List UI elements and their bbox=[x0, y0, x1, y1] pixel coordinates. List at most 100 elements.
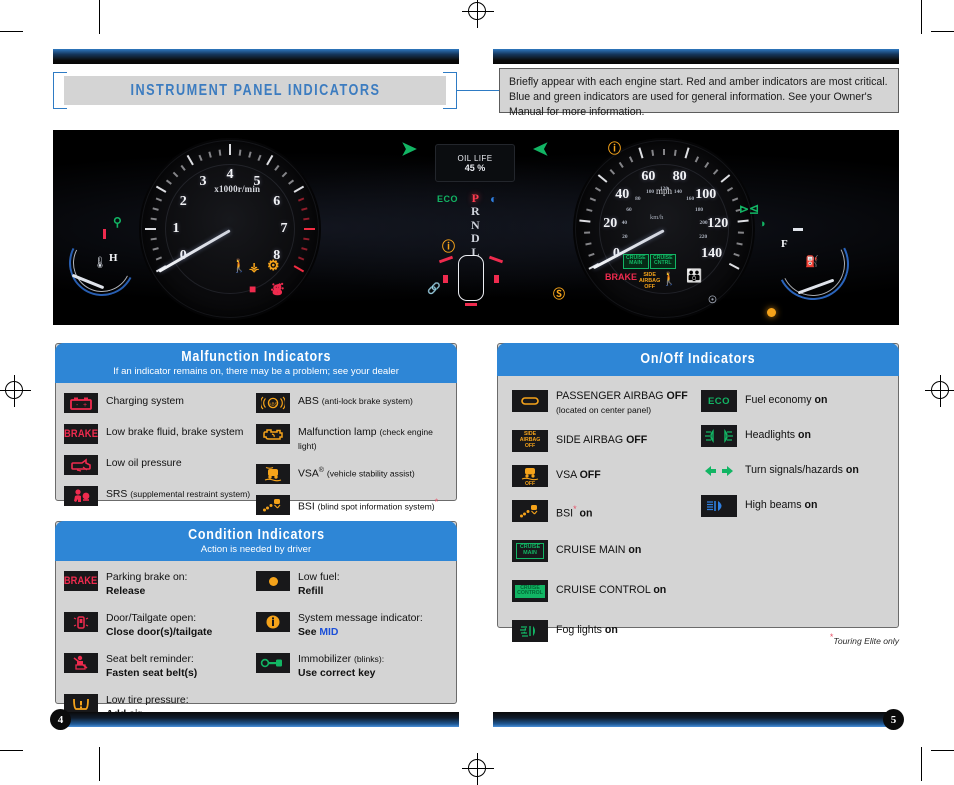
gear-position-p: P bbox=[471, 191, 479, 205]
bsi-icon-svg bbox=[520, 505, 538, 518]
gauge-number: 140 bbox=[701, 246, 723, 262]
immobilizer-label: Immobilizer bbox=[298, 654, 352, 666]
srs-airbag-icon bbox=[64, 486, 98, 506]
indicator-label: Immobilizer (blinks): Use correct key bbox=[298, 653, 384, 680]
fog-light-icon-svg bbox=[520, 626, 535, 637]
cruise-main-label: CRUISE MAIN bbox=[556, 544, 629, 557]
cluster-headlight-indicator: ◐ bbox=[490, 192, 498, 206]
door-open-icon-svg bbox=[73, 616, 89, 629]
high-beams-label: High beams bbox=[745, 499, 805, 511]
condition-panel-header: Condition Indicators Action is needed by… bbox=[55, 521, 457, 561]
crop-mark-bottom-left-h bbox=[0, 750, 23, 751]
passenger-airbag-off-icon-svg bbox=[521, 397, 539, 405]
indicator-label: Low fuel: Refill bbox=[298, 571, 340, 598]
crop-mark-top-right-h bbox=[931, 31, 954, 32]
indicator-label: SRS (supplemental restraint system) bbox=[106, 486, 250, 502]
indicator-label: Fuel economy on bbox=[745, 390, 827, 408]
cluster-fog-light-indicator: ◑ bbox=[759, 218, 766, 230]
registration-mark-right bbox=[925, 375, 954, 407]
footnote-text: Touring Elite only bbox=[833, 635, 899, 646]
gauge-number: 60 bbox=[641, 169, 656, 185]
condition-indicators-panel: Condition Indicators Action is needed by… bbox=[55, 521, 457, 720]
condition-grid: BRAKE Parking brake on: Release Door/Tai… bbox=[64, 571, 448, 721]
indicator-label: VSA® (vehicle stability assist) bbox=[298, 464, 415, 481]
cluster-info-indicator: ⓘ bbox=[608, 141, 622, 156]
bsi-star: * bbox=[434, 497, 439, 508]
gauge-number: 80 bbox=[672, 169, 687, 185]
gauge-number: 100 bbox=[695, 186, 717, 202]
gauge-tick bbox=[145, 227, 230, 231]
indicator-label: System message indicator: See MID bbox=[298, 612, 423, 639]
headlights-state: on bbox=[798, 429, 811, 441]
indicator-label: Charging system bbox=[106, 393, 184, 409]
cluster-headlight-on-indicator: ⊳⊴ bbox=[739, 202, 760, 216]
indicator-label: BSI* on bbox=[556, 500, 593, 521]
seatbelt-icon-svg bbox=[73, 655, 88, 670]
onoff-indicators-panel: On/Off Indicators PASSENGER AIRBAG OFF (… bbox=[497, 343, 899, 643]
crop-mark-top-right-v bbox=[921, 0, 922, 34]
fuel-economy-state: on bbox=[814, 394, 828, 406]
headlight-icon-svg bbox=[705, 429, 733, 443]
fog-lights-label: Fog lights bbox=[556, 624, 605, 637]
indicator-label: Door/Tailgate open: Close door(s)/tailga… bbox=[106, 612, 212, 639]
cluster-vsa-indicator: ⚶ bbox=[249, 260, 260, 274]
indicator-row-charging-system: - + Charging system bbox=[64, 393, 256, 413]
cluster-battery-indicator: ■ bbox=[249, 282, 257, 296]
vsa-off-icon: OFF bbox=[512, 465, 548, 488]
indicator-label: Turn signals/hazards on bbox=[745, 460, 859, 478]
indicator-label: SIDE AIRBAG OFF bbox=[556, 430, 647, 448]
indicator-label: Low brake fluid, brake system bbox=[106, 424, 243, 440]
fuel-gauge-label: F bbox=[781, 238, 788, 250]
header-bar-left bbox=[53, 49, 459, 64]
vsa-registered-mark: ® bbox=[318, 467, 324, 475]
mid-link[interactable]: MID bbox=[319, 627, 338, 638]
bsi-icon bbox=[256, 495, 290, 516]
cluster-bsi-right-bar2 bbox=[494, 275, 499, 283]
indicator-row-headlights: Headlights on bbox=[701, 425, 890, 447]
onoff-right-column: ECO Fuel economy on Headlights on Turn s… bbox=[701, 390, 890, 642]
gauge-inner-number: 140 bbox=[673, 188, 682, 195]
cluster-bsi-car-graphic bbox=[458, 255, 484, 301]
onoff-panel-header: On/Off Indicators bbox=[497, 343, 899, 376]
seatbelt-label: Seat belt reminder: bbox=[106, 654, 194, 666]
crop-mark-top-left-h bbox=[0, 31, 23, 32]
srs-label: SRS bbox=[106, 489, 128, 500]
page-number-left-value: 4 bbox=[57, 713, 64, 726]
fuel-economy-label: Fuel economy bbox=[745, 394, 815, 406]
gauge-inner-number: 40 bbox=[621, 220, 628, 227]
cluster-side-airbag-off-indicator: SIDE AIRBAG OFF bbox=[639, 272, 661, 290]
svg-text:ABS: ABS bbox=[268, 401, 277, 406]
cluster-turn-signal-left: ➤ bbox=[401, 139, 417, 160]
seatbelt-icon bbox=[64, 653, 98, 674]
indicator-row-low-brake-fluid: BRAKE Low brake fluid, brake system bbox=[64, 424, 256, 444]
cluster-low-fuel-indicator bbox=[767, 308, 776, 317]
svg-text:OFF: OFF bbox=[525, 481, 535, 486]
footer-bar-left bbox=[53, 712, 459, 727]
abs-note: (anti-lock brake system) bbox=[321, 396, 413, 406]
seatbelt-action: Fasten seat belt(s) bbox=[106, 667, 198, 679]
malfunction-grid: - + Charging system BRAKE Low brake fluid… bbox=[64, 393, 448, 516]
cluster-tire-pressure-indicator: ⓘ bbox=[442, 239, 456, 254]
parking-brake-action: Release bbox=[106, 585, 146, 597]
onoff-grid: PASSENGER AIRBAG OFF (located on center … bbox=[512, 390, 890, 643]
tire-pressure-icon-svg bbox=[73, 699, 89, 710]
bsi-on-state: on bbox=[579, 507, 593, 520]
abs-icon-svg: ABS bbox=[261, 396, 285, 410]
cruise-control-state: on bbox=[653, 584, 667, 597]
malfunction-left-column: - + Charging system BRAKE Low brake fluid… bbox=[64, 393, 256, 515]
cluster-abs-indicator: Ⓢ bbox=[553, 287, 566, 301]
system-message-label: System message indicator: bbox=[298, 613, 423, 625]
cluster-inner: 012345678 x1000r/min 🚶 ⚶ ⚙ ■ ⛇ ⚲ H 🌡 OIL… bbox=[53, 130, 899, 325]
indicator-row-bsi-on: BSI* on bbox=[512, 500, 701, 523]
speedo-inner-unit-label: km/h bbox=[650, 214, 664, 221]
side-airbag-state: OFF bbox=[626, 434, 648, 447]
vsa-icon bbox=[256, 464, 290, 485]
indicator-row-parking-brake: BRAKE Parking brake on: Release bbox=[64, 571, 256, 598]
indicator-row-malfunction-lamp: Malfunction lamp (check engine light) bbox=[256, 424, 448, 453]
title-connector-line bbox=[457, 90, 500, 92]
gauge-number: 2 bbox=[179, 194, 187, 209]
header-bar-right bbox=[493, 49, 899, 64]
indicator-row-vsa-off: OFF VSA OFF bbox=[512, 465, 701, 488]
high-beam-icon-svg bbox=[707, 501, 722, 511]
turn-signal-icon-svg bbox=[705, 466, 733, 476]
